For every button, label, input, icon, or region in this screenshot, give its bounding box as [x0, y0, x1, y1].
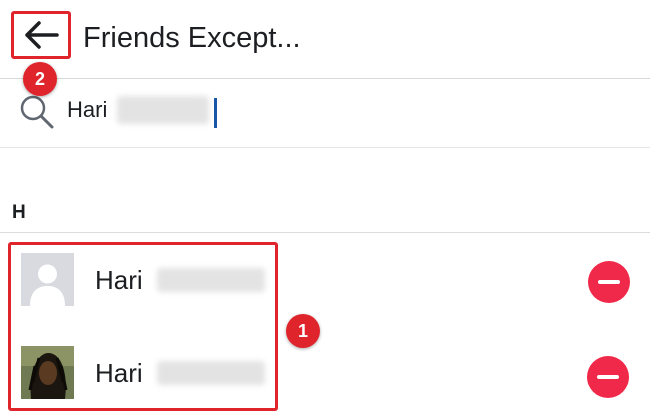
callout-badge-1: 1	[286, 314, 320, 348]
redacted-text	[117, 96, 210, 124]
search-input-value: Hari	[67, 97, 108, 122]
remove-friend-button[interactable]	[587, 356, 629, 398]
minus-circle-icon	[598, 280, 620, 284]
search-icon	[20, 95, 54, 129]
back-button[interactable]	[11, 11, 71, 59]
search-bar[interactable]: Hari	[0, 79, 650, 148]
text-cursor	[214, 98, 217, 128]
annotation-highlight-box	[8, 242, 278, 411]
remove-friend-button[interactable]	[588, 261, 630, 303]
section-header: H	[12, 202, 26, 223]
minus-circle-icon	[597, 375, 619, 379]
top-app-bar: Friends Except...	[0, 0, 650, 79]
callout-badge-2: 2	[23, 62, 57, 96]
arrow-left-icon	[25, 21, 59, 49]
section-divider	[0, 232, 650, 233]
page-title: Friends Except...	[83, 22, 301, 54]
search-input[interactable]: Hari	[67, 95, 210, 125]
